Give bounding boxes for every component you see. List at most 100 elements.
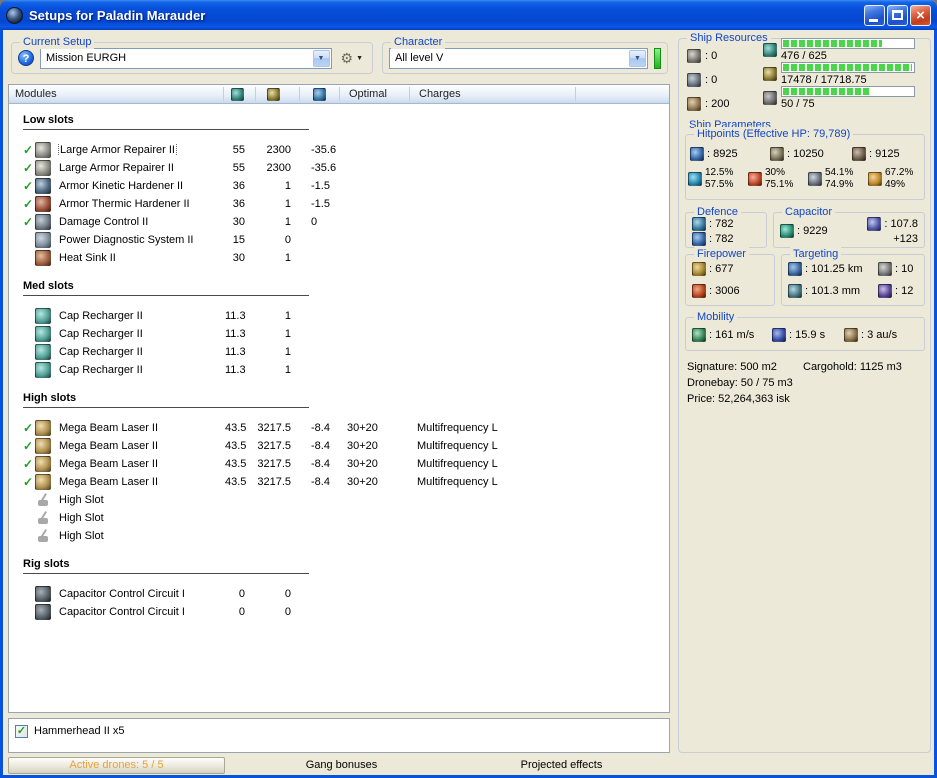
module-row[interactable]: Cap Recharger II 11.3 1 (9, 361, 669, 379)
rig-icon (35, 586, 51, 602)
module-row[interactable]: ✓ Armor Thermic Hardener II 36 1 -1.5 (9, 195, 669, 213)
module-row[interactable]: Capacitor Control Circuit I 0 0 (9, 603, 669, 621)
close-button[interactable]: × (910, 5, 931, 26)
capacitor-icon (780, 224, 794, 238)
module-row[interactable]: ✓ Mega Beam Laser II 43.5 3217.5 -8.4 30… (9, 455, 669, 473)
window-content: Current Setup ? Mission EURGH ▼ ⚙ ▼ Char… (3, 30, 934, 775)
cpu-value: 36 (225, 180, 255, 192)
cap-recharger-icon (35, 308, 51, 324)
cpu-value: 30 (225, 216, 255, 228)
drone-checkbox[interactable]: ✓ (15, 725, 28, 738)
column-separator[interactable] (255, 87, 256, 101)
column-separator[interactable] (299, 87, 300, 101)
character-select-arrow-button[interactable]: ▼ (629, 50, 646, 67)
cap-value: -35.6 (311, 144, 347, 156)
optimal-value: 30+20 (347, 476, 417, 488)
setup-tools-button[interactable]: ⚙ ▼ (338, 49, 367, 67)
empty-slot-row[interactable]: High Slot (9, 509, 669, 527)
module-name: Mega Beam Laser II (55, 458, 225, 470)
module-name: Power Diagnostic System II (55, 234, 225, 246)
cap-value: -35.6 (311, 162, 347, 174)
kinetic-resist-icon (808, 172, 822, 186)
cpu-value: 36 (225, 198, 255, 210)
empty-slot-row[interactable]: High Slot (9, 527, 669, 545)
explosive-resist-icon (868, 172, 882, 186)
module-name: High Slot (55, 512, 225, 524)
module-row[interactable]: Capacitor Control Circuit I 0 0 (9, 585, 669, 603)
module-row[interactable]: Heat Sink II 30 1 (9, 249, 669, 267)
empty-turret-icon (35, 492, 51, 508)
active-drones-button[interactable]: Active drones: 5 / 5 (8, 757, 225, 774)
cpu-column-icon[interactable] (231, 88, 244, 101)
beam-laser-icon (35, 474, 51, 490)
cpu-value: 43.5 (225, 440, 255, 452)
setup-select-arrow-button[interactable]: ▼ (313, 50, 330, 67)
charges-column-header[interactable]: Charges (419, 88, 461, 100)
module-row[interactable]: Power Diagnostic System II 15 0 (9, 231, 669, 249)
module-name: Mega Beam Laser II (55, 440, 225, 452)
module-row[interactable]: Cap Recharger II 11.3 1 (9, 343, 669, 361)
module-name: Damage Control II (55, 216, 225, 228)
cap-value: -8.4 (311, 476, 347, 488)
powergrid-value: 0 (255, 606, 297, 618)
gang-bonuses-tab[interactable]: Gang bonuses (230, 759, 453, 771)
column-separator[interactable] (223, 87, 224, 101)
module-name: Cap Recharger II (55, 364, 225, 376)
title-bar[interactable]: Setups for Paladin Marauder × (0, 0, 937, 30)
price-text: Price: 52,264,363 isk (687, 393, 790, 405)
cap-value: 0 (311, 216, 347, 228)
cpu-value: 30 (225, 252, 255, 264)
window-title: Setups for Paladin Marauder (29, 8, 864, 23)
module-row[interactable]: ✓ Mega Beam Laser II 43.5 3217.5 -8.4 30… (9, 473, 669, 491)
optimal-column-header[interactable]: Optimal (349, 88, 387, 100)
optimal-value: 30+20 (347, 440, 417, 452)
heat-sink-icon (35, 250, 51, 266)
character-select[interactable]: All level V ▼ (389, 48, 648, 69)
help-icon[interactable]: ? (18, 50, 34, 66)
modules-table-header: Modules Optimal Charges (9, 85, 669, 104)
module-row[interactable]: ✓ Large Armor Repairer II 55 2300 -35.6 (9, 141, 669, 159)
em-resists: 12.5% 57.5% (688, 167, 733, 191)
projected-effects-tab[interactable]: Projected effects (453, 759, 670, 771)
powergrid-column-icon[interactable] (267, 88, 280, 101)
cpu-value: 55 (225, 162, 255, 174)
module-name: Cap Recharger II (55, 328, 225, 340)
module-name: Large Armor Repairer II (55, 144, 225, 156)
drone-row[interactable]: ✓ Hammerhead II x5 (15, 723, 663, 739)
empty-slot-row[interactable]: High Slot (9, 491, 669, 509)
scan-resolution-icon (788, 284, 802, 298)
thermal-resists: 30% 75.1% (748, 167, 793, 191)
powergrid-value: 3217.5 (255, 422, 297, 434)
module-row[interactable]: ✓ Mega Beam Laser II 43.5 3217.5 -8.4 30… (9, 419, 669, 437)
setup-select[interactable]: Mission EURGH ▼ (40, 48, 332, 69)
cpu-usage-text: 476 / 625 (781, 50, 915, 62)
shield-recharge-icon (692, 217, 706, 231)
signature-text: Signature: 500 m2 (687, 361, 777, 373)
module-name: High Slot (55, 530, 225, 542)
dronebay-resource: 50 / 75 (763, 89, 915, 107)
column-separator[interactable] (339, 87, 340, 101)
active-check-icon: ✓ (21, 473, 35, 491)
powergrid-value: 2300 (255, 144, 297, 156)
cap-recharge-icon (867, 217, 881, 231)
module-row[interactable]: ✓ Damage Control II 30 1 0 (9, 213, 669, 231)
column-separator[interactable] (575, 87, 576, 101)
column-separator[interactable] (409, 87, 410, 101)
module-row[interactable]: ✓ Large Armor Repairer II 55 2300 -35.6 (9, 159, 669, 177)
cap-recharge-rate: 107.8 (884, 218, 918, 230)
module-row[interactable]: ✓ Armor Kinetic Hardener II 36 1 -1.5 (9, 177, 669, 195)
powergrid-value: 1 (255, 310, 297, 322)
maximize-button[interactable] (887, 5, 908, 26)
explosive-resists: 67.2% 49% (868, 167, 913, 191)
shield-icon (690, 147, 704, 161)
module-row[interactable]: ✓ Mega Beam Laser II 43.5 3217.5 -8.4 30… (9, 437, 669, 455)
capacitor-column-icon[interactable] (313, 88, 326, 101)
module-row[interactable]: Cap Recharger II 11.3 1 (9, 307, 669, 325)
minimize-button[interactable] (864, 5, 885, 26)
volley-icon (692, 262, 706, 276)
align-time-icon (772, 328, 786, 342)
module-row[interactable]: Cap Recharger II 11.3 1 (9, 325, 669, 343)
module-name: Cap Recharger II (55, 310, 225, 322)
volley-value: 677 (709, 263, 733, 275)
modules-column-header[interactable]: Modules (15, 88, 57, 100)
